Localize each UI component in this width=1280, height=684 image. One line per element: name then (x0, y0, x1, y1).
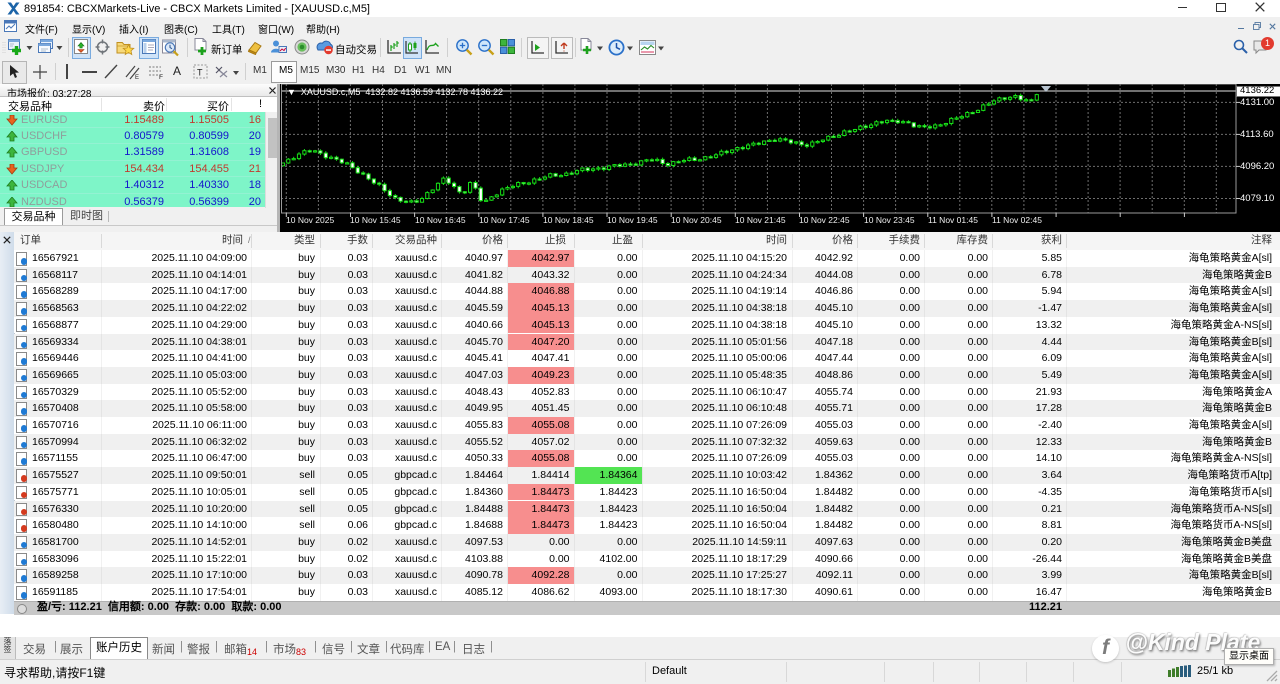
svg-text:E: E (135, 75, 139, 80)
svg-text:F: F (159, 74, 163, 80)
svg-text:T: T (197, 68, 203, 78)
